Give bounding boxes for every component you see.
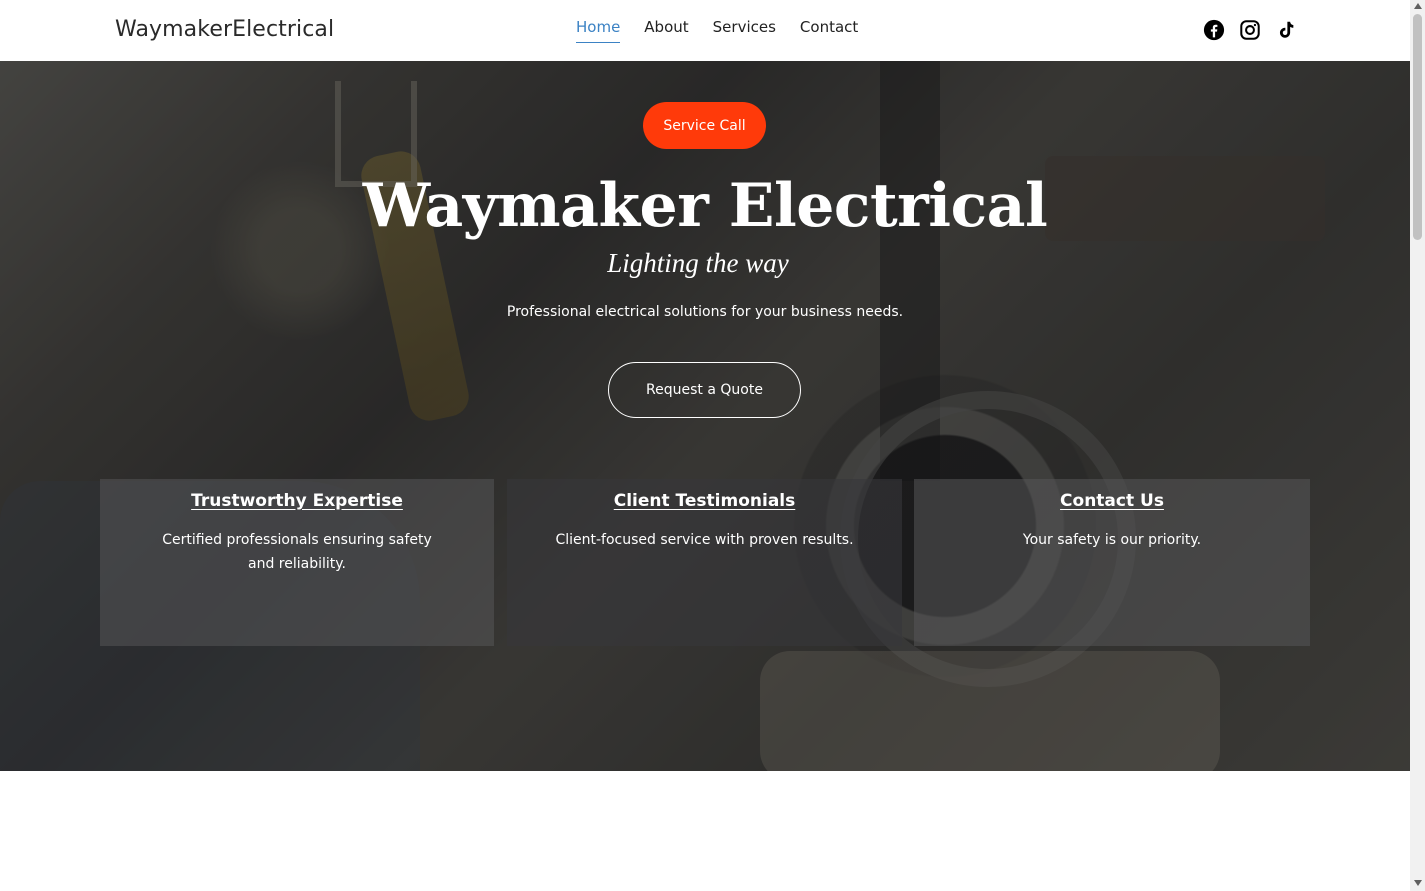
card-client-testimonials: Client Testimonials Client-focused servi… (507, 479, 902, 646)
page: WaymakerElectrical Home About Services C… (0, 0, 1410, 891)
hero-tagline: Lighting the way (607, 248, 789, 278)
facebook-icon[interactable] (1203, 19, 1225, 41)
instagram-icon[interactable] (1239, 19, 1261, 41)
card-title[interactable]: Client Testimonials (507, 479, 902, 511)
scroll-up-arrow-icon[interactable] (1414, 3, 1422, 9)
site-logo[interactable]: WaymakerElectrical (115, 17, 334, 42)
card-trustworthy-expertise: Trustworthy Expertise Certified professi… (100, 479, 494, 646)
card-text: Certified professionals ensuring safety … (162, 532, 432, 572)
hero-section: Service Call Waymaker Electrical Lightin… (0, 61, 1410, 771)
tiktok-icon[interactable] (1275, 19, 1297, 41)
request-quote-button[interactable]: Request a Quote (608, 362, 801, 418)
main-menu: Home About Services Contact (576, 18, 882, 43)
card-text: Client-focused service with proven resul… (555, 532, 854, 548)
nav-services-link[interactable]: Services (713, 18, 776, 43)
nav-home-link[interactable]: Home (576, 18, 621, 43)
card-title[interactable]: Trustworthy Expertise (100, 479, 494, 511)
card-contact-us: Contact Us Your safety is our priority. (914, 479, 1310, 646)
card-text: Your safety is our priority. (1022, 532, 1202, 548)
vertical-scrollbar[interactable] (1410, 0, 1425, 891)
card-title[interactable]: Contact Us (914, 479, 1310, 511)
nav-about-link[interactable]: About (644, 18, 688, 43)
feature-cards: Trustworthy Expertise Certified professi… (100, 479, 1310, 646)
social-links (1203, 19, 1297, 41)
scroll-down-arrow-icon[interactable] (1414, 880, 1422, 886)
top-navbar: WaymakerElectrical Home About Services C… (0, 0, 1410, 61)
nav-contact-link[interactable]: Contact (800, 18, 858, 43)
hero-description: Professional electrical solutions for yo… (506, 304, 904, 320)
hero-title: Waymaker Electrical (362, 171, 1048, 241)
service-call-button[interactable]: Service Call (643, 102, 766, 149)
scrollbar-thumb[interactable] (1413, 14, 1422, 240)
